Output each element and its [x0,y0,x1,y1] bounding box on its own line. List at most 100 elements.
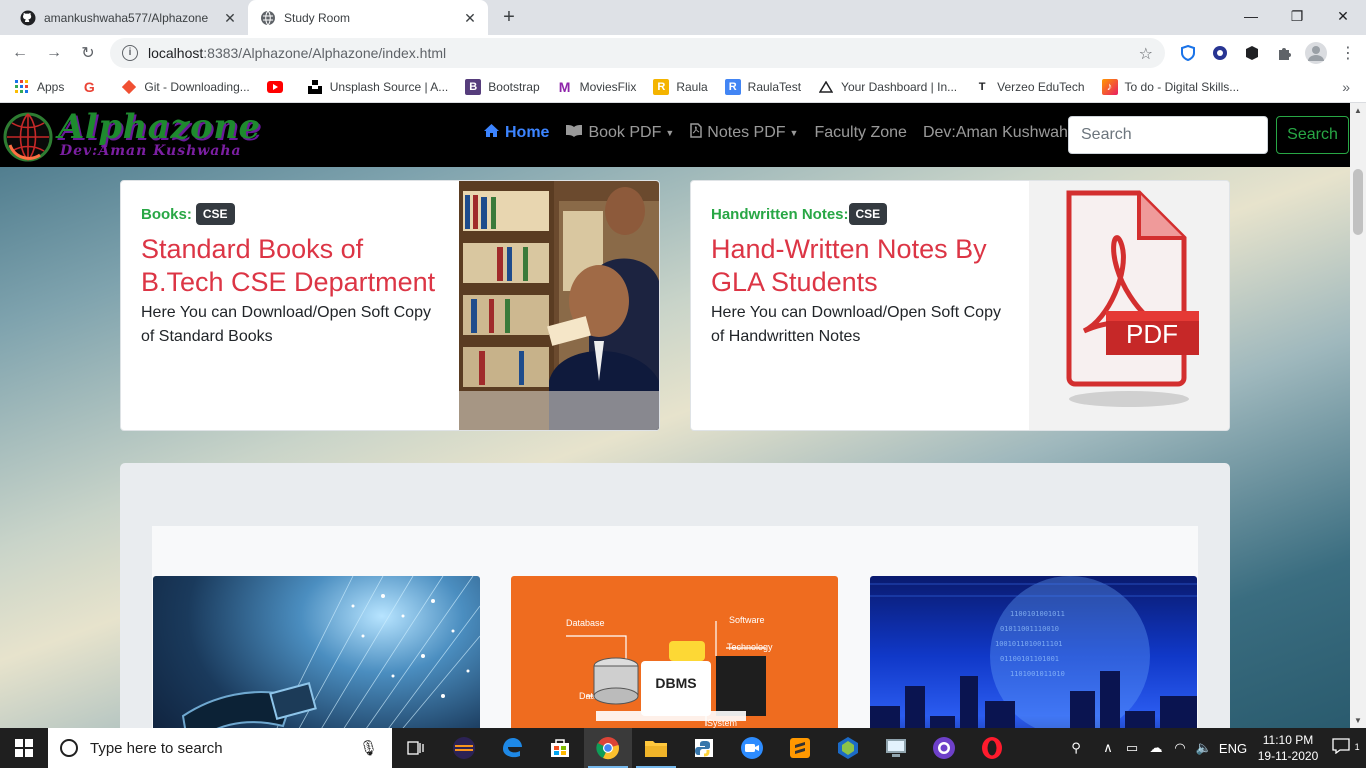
caret-down-icon: ▼ [665,127,675,138]
tab-title: amankushwaha577/Alphazone [44,10,209,25]
browser-toolbar: ← → ↻ i localhost:8383/Alphazone/Alphazo… [0,35,1366,71]
windows-start-icon[interactable] [0,728,48,768]
address-bar[interactable]: i localhost:8383/Alphazone/Alphazone/ind… [110,38,1165,68]
books-card[interactable]: Books: CSE Standard Books of B.Tech CSE … [120,180,660,431]
windows-taskbar: Type here to search 🎙 ⚲ ∧ ▭ ☁ ◠ 🔈 ENG 11… [0,728,1366,768]
shield-extension-icon[interactable] [1172,35,1204,71]
digital-city-photo[interactable]: 1100101001011 01011001110010 1001011010011… [870,576,1197,728]
bookmark-todo[interactable]: ♪ To do - Digital Skills... [1101,78,1239,95]
battery-icon[interactable]: ▭ [1120,740,1144,756]
cse-badge: CSE [195,203,235,225]
bookmark-label: MoviesFlix [579,79,637,94]
bookmark-label: Bootstrap [488,79,540,94]
forward-icon[interactable]: → [40,39,68,67]
dbms-diagram[interactable]: Database Software Technology Data DBMS S… [511,576,838,728]
minimize-icon[interactable]: — [1228,0,1274,32]
url-host: localhost [148,45,204,61]
taskbar-search-input[interactable]: Type here to search 🎙 [48,728,392,768]
clock-time: 11:10 PM [1262,733,1314,747]
close-window-icon[interactable]: ✕ [1320,0,1366,32]
svg-text:01011001110010: 01011001110010 [1000,625,1059,633]
card-title[interactable]: Standard Books of B.Tech CSE Department [141,233,441,299]
restore-icon[interactable]: ❐ [1274,0,1320,32]
remote-desktop-icon[interactable] [872,728,920,768]
blue-extension-icon[interactable] [1204,35,1236,71]
wifi-icon[interactable]: ◠ [1168,740,1192,756]
bookmark-youtube[interactable] [266,79,290,95]
onedrive-icon[interactable]: ☁ [1144,740,1168,756]
bookmark-dashboard[interactable]: Your Dashboard | In... [818,79,957,95]
moviesflix-icon: M [558,78,571,95]
bookmark-label: Unsplash Source | A... [329,79,449,94]
bookmark-label: RaulaTest [747,79,802,94]
bookmark-apps[interactable]: Apps [14,79,64,95]
nav-faculty-zone[interactable]: Faculty Zone [814,123,906,142]
back-icon[interactable]: ← [6,39,34,67]
search-button[interactable]: Search [1276,116,1349,154]
card-title[interactable]: Hand-Written Notes By GLA Students [711,233,1011,299]
tab-study-room[interactable]: Study Room ✕ [248,0,488,35]
bookmark-verzeo[interactable]: T Verzeo EduTech [974,79,1085,95]
notes-card[interactable]: Handwritten Notes: CSE Hand-Written Note… [690,180,1230,431]
bookmark-raula[interactable]: R Raula [653,78,708,95]
courses-container: Database Software Technology Data DBMS S… [152,526,1198,728]
nav-developer[interactable]: Dev:Aman Kushwaha [923,123,1077,142]
file-explorer-icon[interactable] [632,728,680,768]
students-with-books-photo [459,181,659,430]
puzzle-extensions-icon[interactable] [1268,35,1300,71]
networking-fiber-photo[interactable] [153,576,480,728]
page-scrollbar[interactable]: ▲ ▼ [1350,103,1366,728]
chrome-icon[interactable] [584,728,632,768]
github-desktop-icon[interactable] [920,728,968,768]
cube-extension-icon[interactable] [1236,35,1268,71]
bookmark-raulatest[interactable]: R RaulaTest [724,78,802,95]
bookmark-star-icon[interactable]: ☆ [1139,44,1153,64]
nav-home[interactable]: Home [483,123,549,142]
site-logo[interactable]: Alphazone Dev:Aman Kushwaha [2,107,272,163]
tab-github[interactable]: amankushwaha577/Alphazone ✕ [8,0,248,35]
virtualbox-icon[interactable] [824,728,872,768]
nav-notes-pdf[interactable]: Notes PDF ▼ [690,123,798,142]
reload-icon[interactable]: ↻ [74,39,102,67]
people-icon[interactable]: ⚲ [1056,740,1096,756]
git-icon [121,79,137,95]
bookmark-git[interactable]: Git - Downloading... [121,79,250,95]
more-bookmarks-icon[interactable]: » [1342,79,1350,95]
new-tab-button[interactable]: + [498,7,520,29]
close-tab-icon[interactable]: ✕ [462,10,478,26]
task-view-icon[interactable] [392,728,440,768]
nav-book-pdf[interactable]: Book PDF ▼ [565,123,674,142]
menu-kebab-icon[interactable]: ⋮ [1332,35,1364,71]
card-text: Here You can Download/Open Soft Copy of … [711,304,1001,345]
bookmark-google[interactable]: G [81,79,104,95]
eclipse-icon[interactable] [440,728,488,768]
search-input[interactable]: Search [1068,116,1268,154]
clock[interactable]: 11:10 PM 19-11-2020 [1250,732,1326,764]
opera-icon[interactable] [968,728,1016,768]
store-icon[interactable] [536,728,584,768]
brand-name: Alphazone [58,107,261,147]
nav-label: Book PDF [588,123,662,141]
edge-icon[interactable] [488,728,536,768]
language-indicator[interactable]: ENG [1216,741,1250,756]
notifications-icon[interactable]: 1 [1326,738,1366,758]
microphone-icon[interactable]: 🎙 [359,739,378,757]
label-software: Software [729,615,765,625]
scroll-up-icon[interactable]: ▲ [1354,106,1362,115]
volume-icon[interactable]: 🔈 [1192,740,1216,756]
show-hidden-icons[interactable]: ∧ [1096,740,1120,756]
scrollbar-thumb[interactable] [1353,169,1363,235]
close-tab-icon[interactable]: ✕ [222,10,238,26]
zoom-icon[interactable] [728,728,776,768]
caret-down-icon: ▼ [789,127,799,138]
card-text: Here You can Download/Open Soft Copy of … [141,304,431,345]
bookmark-unsplash[interactable]: Unsplash Source | A... [307,79,449,95]
python-icon[interactable] [680,728,728,768]
sublime-text-icon[interactable] [776,728,824,768]
bookmark-bootstrap[interactable]: B Bootstrap [465,78,540,95]
scroll-down-icon[interactable]: ▼ [1354,716,1362,725]
info-icon[interactable]: i [122,45,138,61]
profile-avatar-icon[interactable] [1300,35,1332,71]
bookmark-moviesflix[interactable]: M MoviesFlix [557,79,637,95]
courses-panel: Database Software Technology Data DBMS S… [120,463,1230,728]
